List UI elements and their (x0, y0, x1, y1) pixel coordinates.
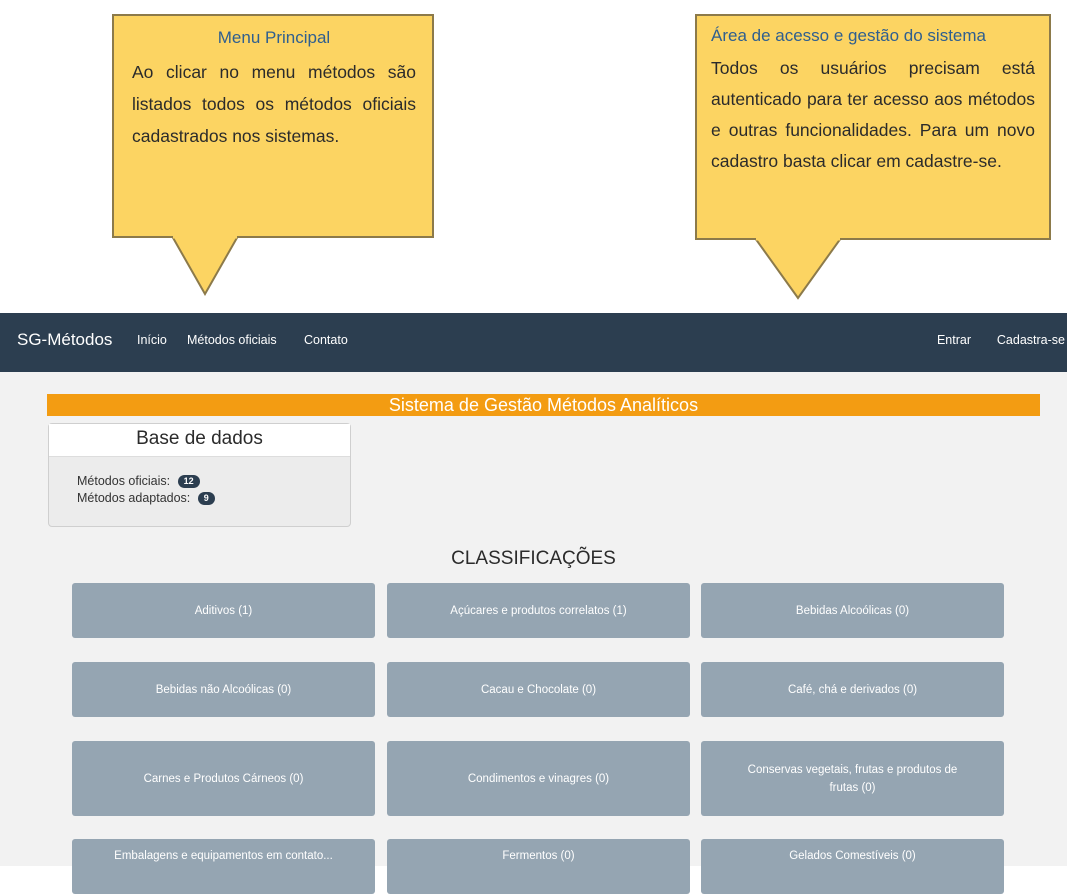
nav-link-contato[interactable]: Contato (304, 333, 348, 347)
category-button-condimentos[interactable]: Condimentos e vinagres (0) (387, 741, 690, 816)
category-button-acucares[interactable]: Açúcares e produtos correlatos (1) (387, 583, 690, 638)
category-button-carnes[interactable]: Carnes e Produtos Cárneos (0) (72, 741, 375, 816)
category-button-conservas[interactable]: Conservas vegetais, frutas e produtos de… (701, 741, 1004, 816)
category-button-bebidas-alcoolicas[interactable]: Bebidas Alcoólicas (0) (701, 583, 1004, 638)
top-navbar: SG-Métodos Início Métodos oficiais Conta… (0, 313, 1067, 372)
callout-title: Área de acesso e gestão do sistema (711, 26, 986, 45)
category-button-embalagens[interactable]: Embalagens e equipamentos em contato... (72, 839, 375, 894)
count-badge: 9 (197, 492, 215, 506)
category-button-gelados[interactable]: Gelados Comestíveis (0) (701, 839, 1004, 894)
callout-title: Menu Principal (217, 28, 331, 47)
category-button-cacau-chocolate[interactable]: Cacau e Chocolate (0) (387, 662, 690, 717)
database-panel: Base de dados Métodos oficiais: 12 Métod… (48, 423, 351, 527)
callout-body: Todos os usuários precisam está autentic… (711, 58, 1035, 171)
stat-metodos-oficiais: Métodos oficiais: 12 (77, 474, 200, 489)
panel-title: Base de dados (49, 424, 350, 457)
page-content: Sistema de Gestão Métodos Analíticos Bas… (0, 372, 1067, 894)
callout-menu-principal: Menu Principal Ao clicar no menu métodos… (112, 14, 434, 238)
category-button-fermentos[interactable]: Fermentos (0) (387, 839, 690, 894)
nav-link-cadastra-se[interactable]: Cadastra-se (997, 333, 1065, 347)
count-badge: 12 (177, 475, 200, 489)
section-title: CLASSIFICAÇÕES (451, 548, 616, 569)
page-banner: Sistema de Gestão Métodos Analíticos (47, 394, 1040, 416)
nav-link-inicio[interactable]: Início (137, 333, 167, 347)
nav-link-entrar[interactable]: Entrar (937, 333, 971, 347)
callout-area-acesso: Área de acesso e gestão do sistema Todos… (695, 14, 1051, 240)
callout-pointer (753, 238, 843, 300)
callout-body: Ao clicar no menu métodos são listados t… (132, 62, 416, 146)
nav-link-metodos-oficiais[interactable]: Métodos oficiais (187, 333, 277, 347)
brand-link[interactable]: SG-Métodos (17, 330, 112, 350)
stat-label: Métodos oficiais: (77, 474, 171, 488)
stat-label: Métodos adaptados: (77, 491, 191, 505)
stat-metodos-adaptados: Métodos adaptados: 9 (77, 491, 215, 506)
category-button-bebidas-nao-alcoolicas[interactable]: Bebidas não Alcoólicas (0) (72, 662, 375, 717)
category-button-cafe-cha[interactable]: Café, chá e derivados (0) (701, 662, 1004, 717)
category-button-aditivos[interactable]: Aditivos (1) (72, 583, 375, 638)
callout-pointer (170, 236, 240, 296)
